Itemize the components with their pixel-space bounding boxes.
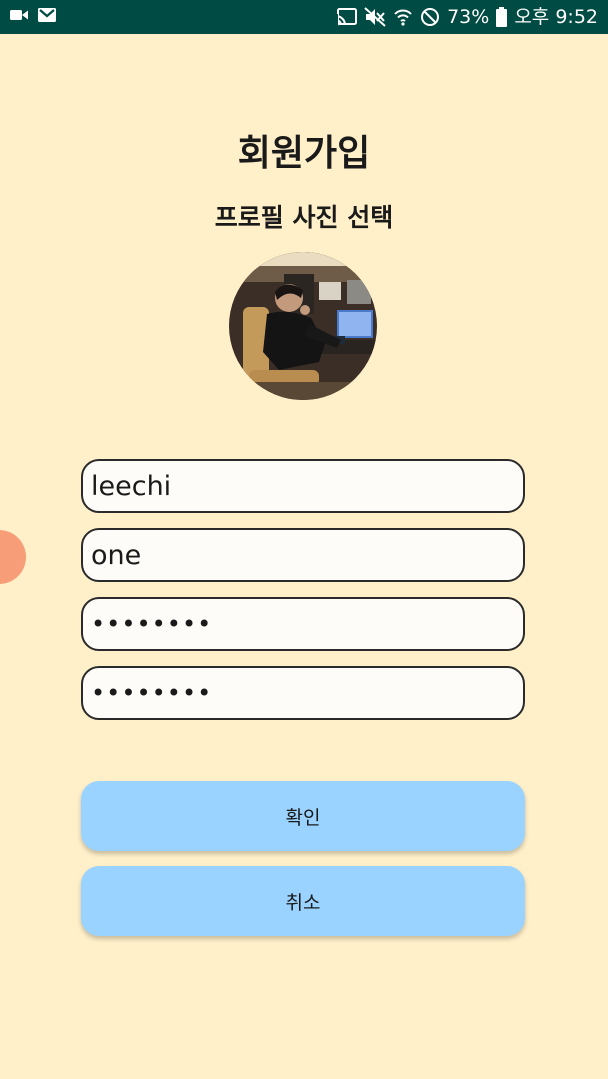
floating-bubble[interactable] <box>0 530 26 584</box>
status-bar: 73% 오후 9:52 <box>0 0 608 34</box>
mute-icon <box>364 7 386 27</box>
video-icon <box>10 8 28 22</box>
confirm-button[interactable]: 확인 <box>81 781 525 851</box>
battery-percent: 73% <box>447 6 490 28</box>
password-input[interactable]: •••••••• <box>81 597 525 651</box>
status-right-icons: 73% 오후 9:52 <box>335 6 598 28</box>
profile-photo[interactable] <box>229 252 377 400</box>
gmail-icon <box>38 7 56 23</box>
profile-photo-label: 프로필 사진 선택 <box>214 203 394 232</box>
page-title: 회원가입 <box>237 133 371 174</box>
confirm-button-label: 확인 <box>285 806 321 829</box>
status-left-icons <box>10 7 56 23</box>
id-input-value: one <box>91 539 142 571</box>
password-input-value: •••••••• <box>91 610 213 638</box>
name-input-value: leechi <box>91 470 172 502</box>
wifi-icon <box>393 7 413 27</box>
cancel-button[interactable]: 취소 <box>81 866 525 936</box>
name-input[interactable]: leechi <box>81 459 525 513</box>
battery-icon <box>496 7 508 27</box>
block-icon <box>420 7 440 27</box>
password-confirm-input-value: •••••••• <box>91 679 213 707</box>
status-time: 오후 9:52 <box>514 6 598 28</box>
password-confirm-input[interactable]: •••••••• <box>81 666 525 720</box>
cast-icon <box>335 8 358 26</box>
cancel-button-label: 취소 <box>285 891 321 914</box>
id-input[interactable]: one <box>81 528 525 582</box>
